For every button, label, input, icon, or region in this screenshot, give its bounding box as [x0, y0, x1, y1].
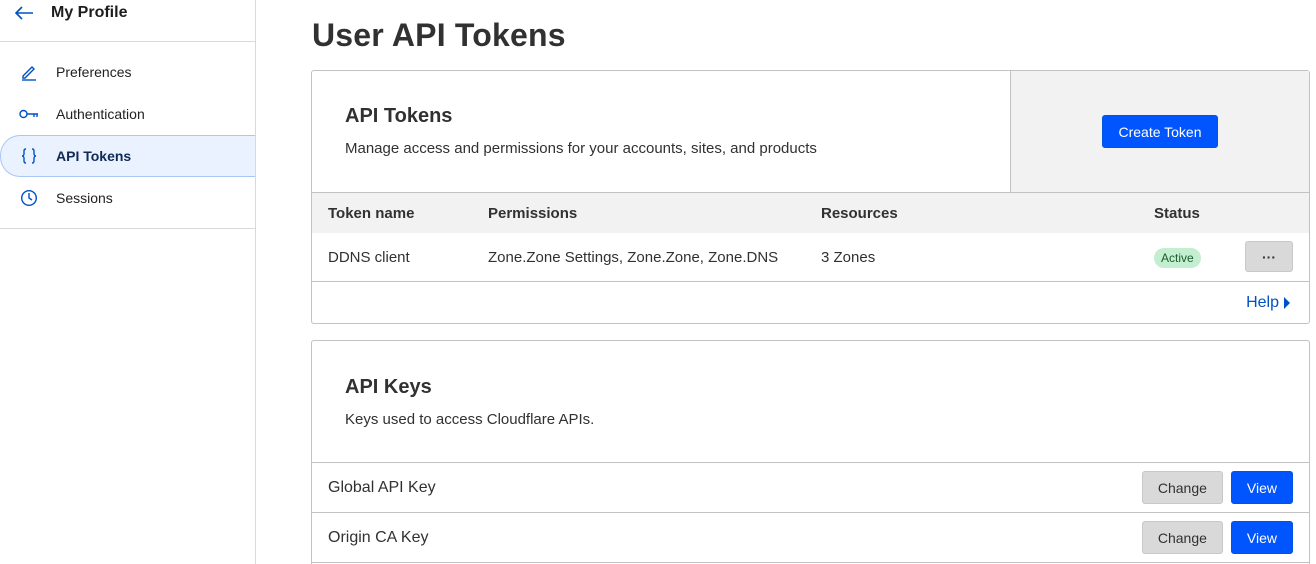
api-keys-heading: API Keys	[345, 376, 432, 398]
column-header-permissions: Permissions	[488, 204, 578, 222]
create-token-button[interactable]: Create Token	[1102, 115, 1218, 148]
ellipsis-icon: ···	[1262, 248, 1276, 265]
help-row: Help	[312, 282, 1309, 323]
sidebar-item-sessions[interactable]: Sessions	[0, 177, 255, 219]
api-keys-header: API Keys Keys used to access Cloudflare …	[312, 341, 1309, 463]
api-tokens-info: API Tokens Manage access and permissions…	[312, 71, 1010, 192]
key-icon	[19, 104, 39, 124]
sidebar-item-label: API Tokens	[56, 148, 132, 164]
clock-icon	[19, 188, 39, 208]
arrow-left-icon[interactable]	[14, 3, 36, 23]
token-permissions: Zone.Zone Settings, Zone.Zone, Zone.DNS	[488, 248, 779, 266]
sidebar-item-label: Preferences	[56, 64, 132, 80]
page-title: User API Tokens	[312, 17, 566, 53]
api-tokens-action-panel: Create Token	[1010, 71, 1309, 192]
change-button[interactable]: Change	[1141, 521, 1223, 554]
key-actions: Change View	[1141, 471, 1293, 504]
api-keys-description: Keys used to access Cloudflare APIs.	[345, 411, 595, 428]
api-tokens-card: API Tokens Manage access and permissions…	[311, 70, 1310, 324]
view-button[interactable]: View	[1230, 471, 1293, 504]
list-item: Origin CA Key Change View	[312, 513, 1309, 563]
sidebar-title: My Profile	[51, 4, 128, 21]
column-header-token-name: Token name	[328, 204, 415, 222]
api-keys-card: API Keys Keys used to access Cloudflare …	[311, 340, 1310, 564]
sidebar-item-label: Sessions	[56, 190, 113, 206]
api-tokens-header: API Tokens Manage access and permissions…	[312, 71, 1309, 193]
sidebar-item-preferences[interactable]: Preferences	[0, 51, 255, 93]
sidebar-nav: Preferences Authentication API Tokens Se…	[0, 42, 255, 229]
sidebar-item-api-tokens[interactable]: API Tokens	[0, 135, 255, 177]
braces-icon	[19, 146, 39, 166]
change-button[interactable]: Change	[1141, 471, 1223, 504]
help-label: Help	[1246, 294, 1279, 311]
status-badge: Active	[1154, 247, 1201, 268]
column-header-resources: Resources	[821, 204, 898, 222]
main-content: User API Tokens API Tokens Manage access…	[256, 0, 1316, 564]
help-link[interactable]: Help	[1246, 294, 1291, 312]
table-row: DDNS client Zone.Zone Settings, Zone.Zon…	[312, 233, 1309, 282]
key-name: Origin CA Key	[328, 528, 429, 546]
sidebar: My Profile Preferences Authentication AP…	[0, 0, 256, 564]
sidebar-header: My Profile	[0, 0, 255, 42]
column-header-status: Status	[1154, 204, 1200, 222]
list-item: Global API Key Change View	[312, 463, 1309, 513]
more-options-button[interactable]: ···	[1245, 241, 1293, 272]
token-name: DDNS client	[328, 248, 410, 266]
token-resources: 3 Zones	[821, 248, 876, 266]
view-button[interactable]: View	[1230, 521, 1293, 554]
key-name: Global API Key	[328, 478, 436, 496]
api-tokens-heading: API Tokens	[345, 105, 453, 127]
key-actions: Change View	[1141, 521, 1293, 554]
sidebar-item-label: Authentication	[56, 106, 145, 122]
caret-right-icon	[1284, 297, 1290, 309]
pencil-icon	[19, 62, 39, 82]
status-badge-wrapper: Active	[1154, 247, 1201, 268]
api-tokens-description: Manage access and permissions for your a…	[345, 140, 817, 157]
tokens-table-header: Token name Permissions Resources Status	[312, 193, 1309, 233]
sidebar-item-authentication[interactable]: Authentication	[0, 93, 255, 135]
